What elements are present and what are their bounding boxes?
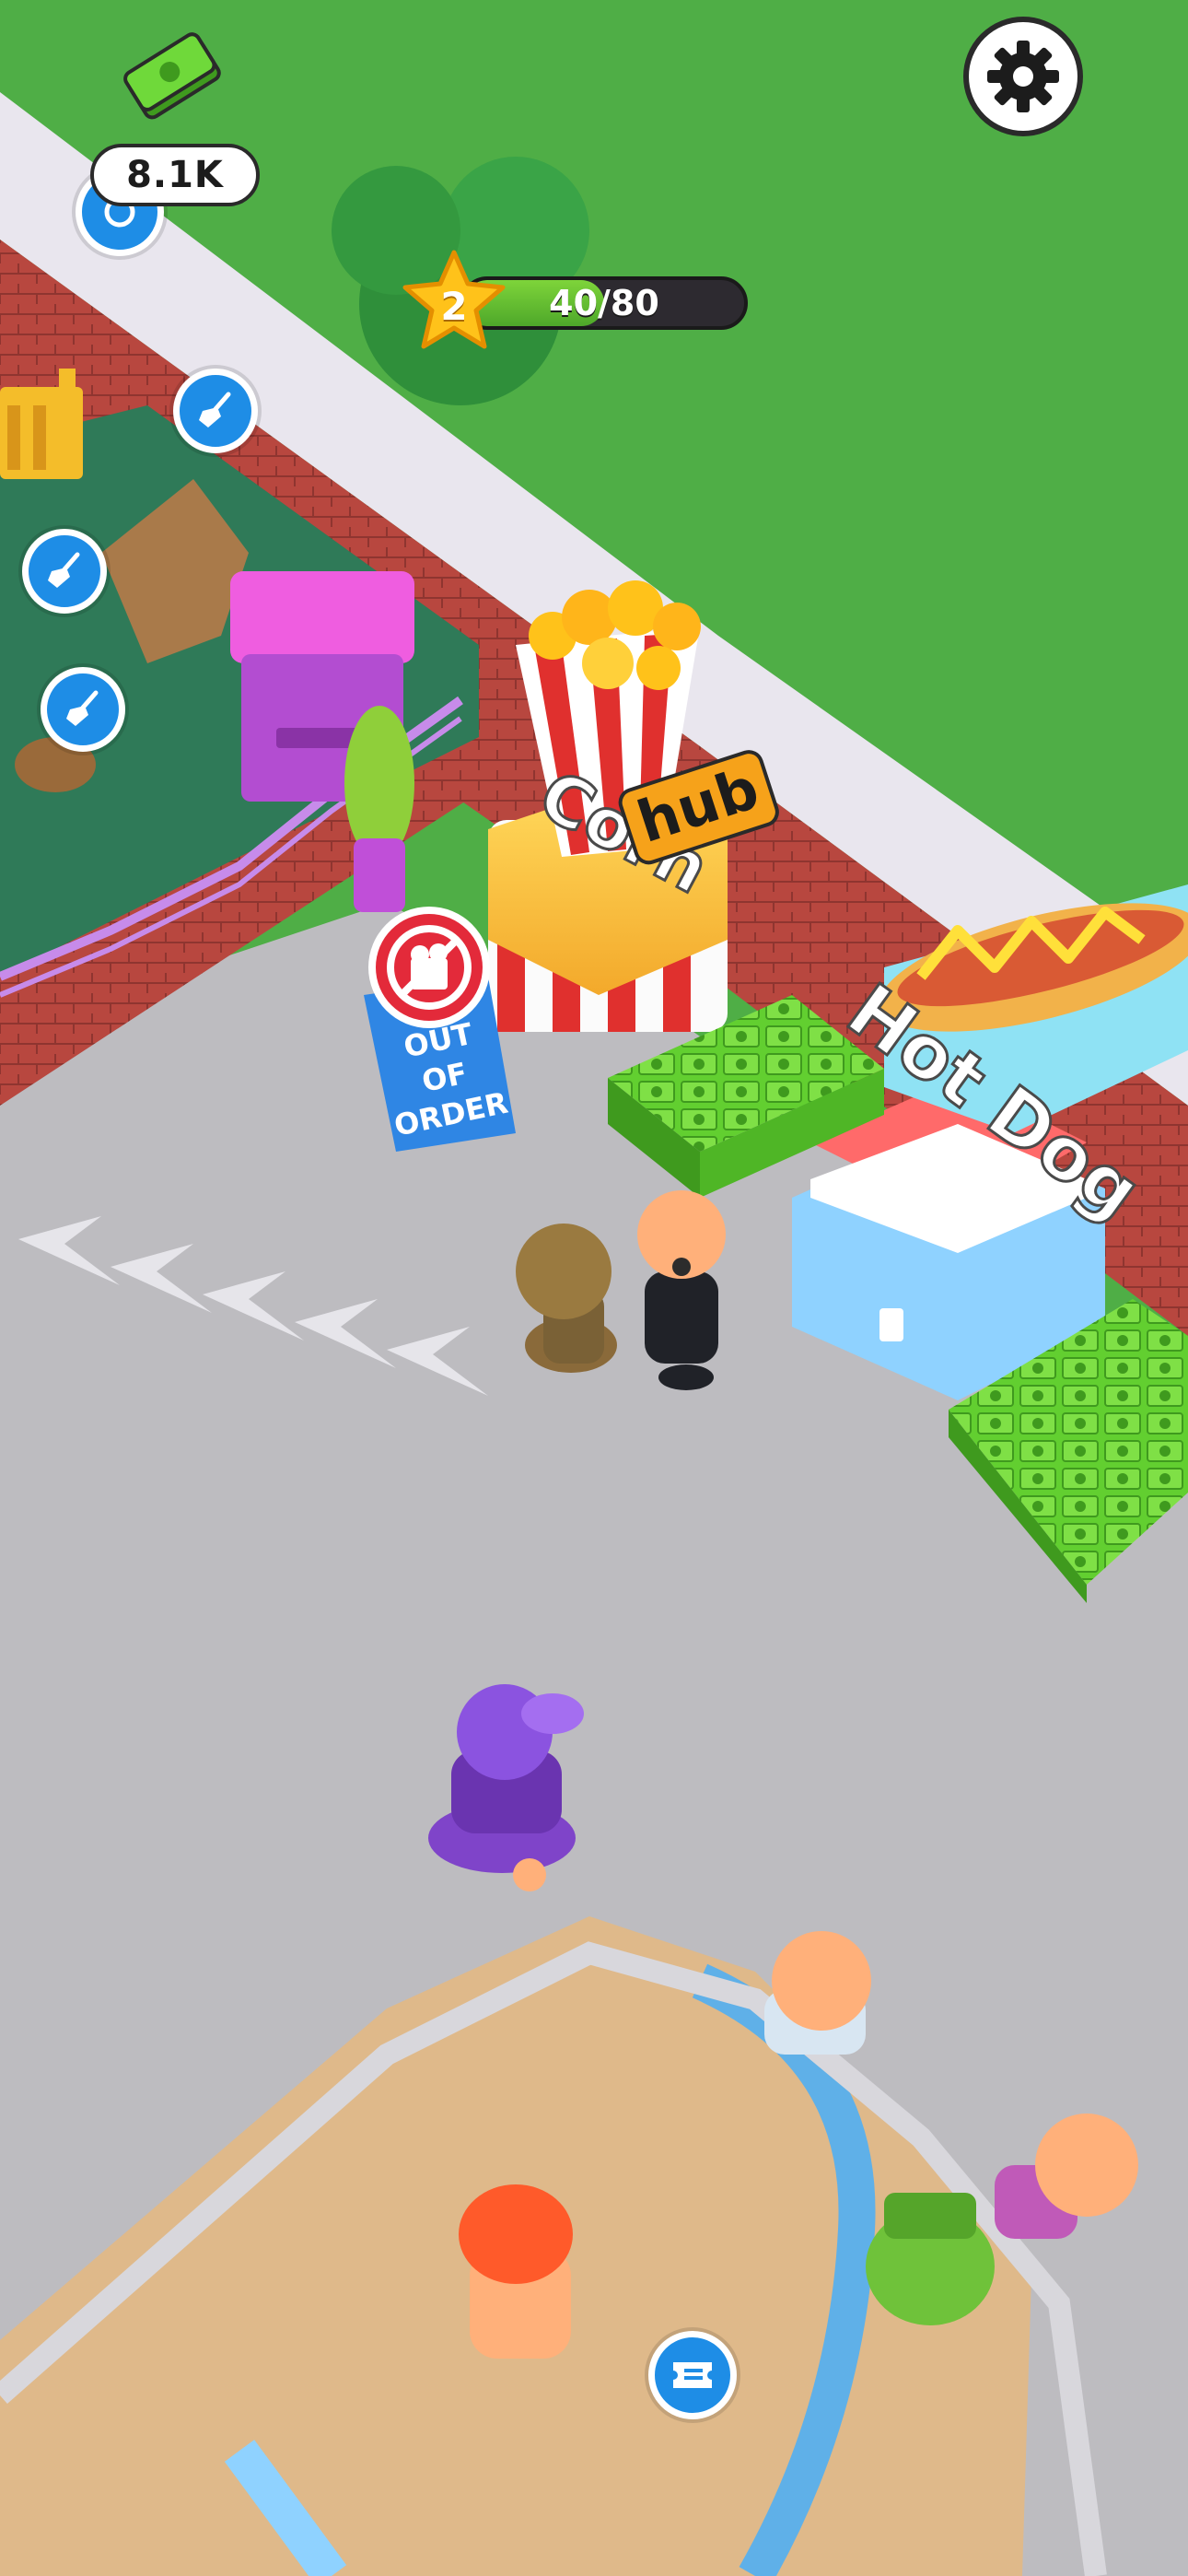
green-dustbin (866, 2193, 995, 2325)
trash-bin (230, 571, 414, 663)
broom-icon (48, 552, 80, 588)
ticket-icon (673, 2362, 712, 2388)
clean-button-1[interactable] (173, 369, 258, 453)
ticket-button[interactable] (648, 2331, 737, 2419)
potted-plant (344, 706, 414, 861)
level-number: 2 (440, 283, 468, 329)
cash-amount: 8.1K (126, 154, 224, 196)
gear-icon (987, 41, 1059, 112)
clean-button-3[interactable] (41, 667, 125, 752)
game-screen: Corn hub OUT OF ORDER Hot Dog 8.1K 40/80… (0, 0, 1188, 2576)
cash-counter: 8.1K (90, 144, 260, 206)
customer-orange-cap (459, 2184, 573, 2359)
clean-button-2[interactable] (22, 529, 107, 614)
cash-stack-icon (123, 32, 221, 120)
broom-icon (199, 392, 231, 427)
game-world: Corn hub OUT OF ORDER Hot Dog (0, 0, 1188, 2576)
customer-explorer (516, 1224, 617, 1373)
settings-button[interactable] (963, 17, 1083, 136)
broom-icon (66, 690, 99, 726)
